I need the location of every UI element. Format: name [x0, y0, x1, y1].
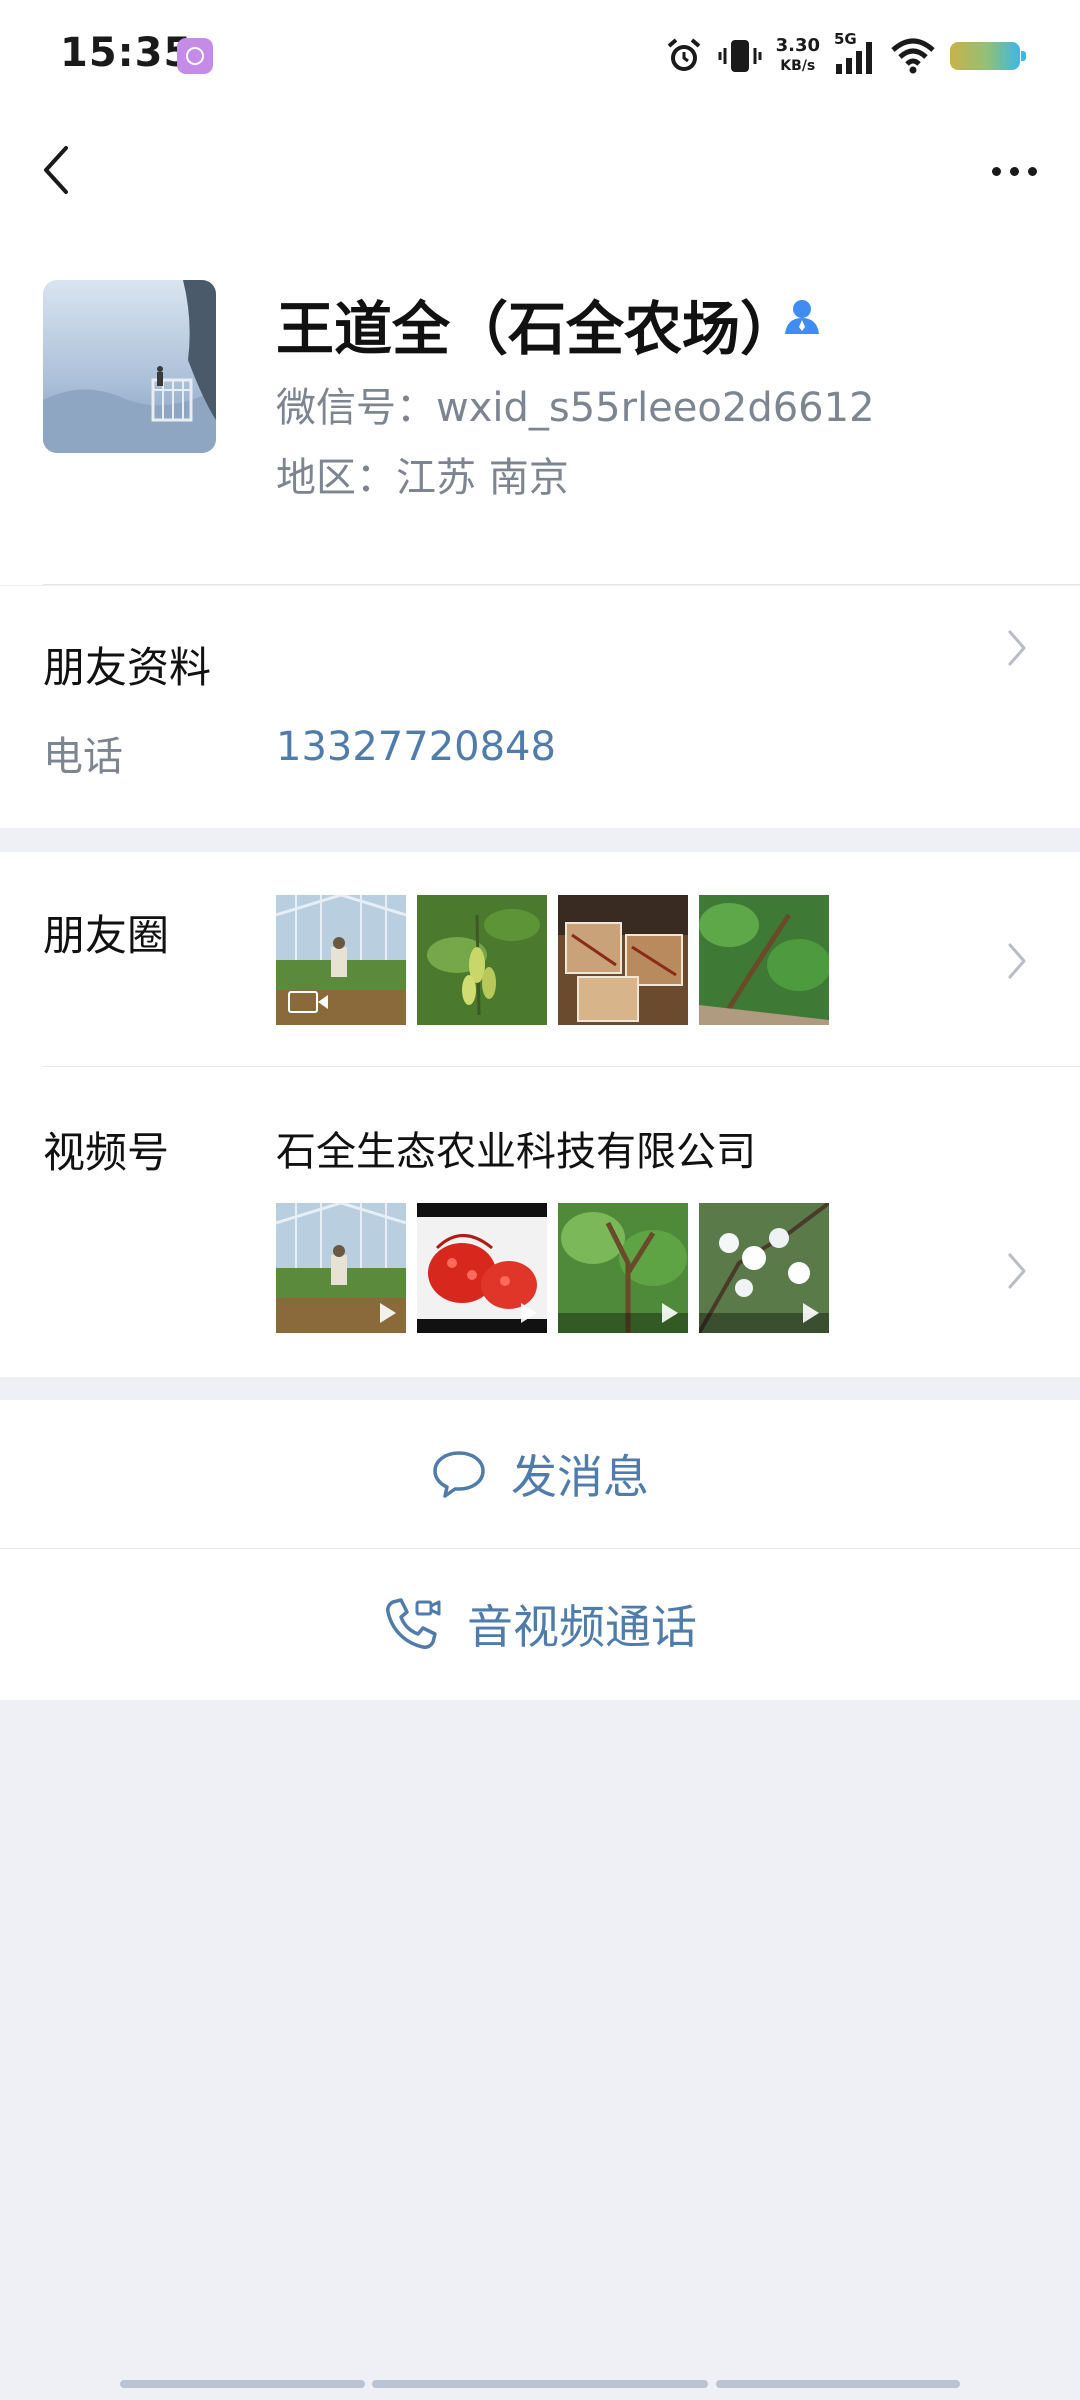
dot: [1028, 167, 1037, 176]
channel-video-thumbnail: [699, 1203, 829, 1333]
home-indicator: [716, 2380, 960, 2388]
play-icon: [380, 1303, 396, 1323]
person-icon: [785, 300, 819, 334]
net-speed: 3.30 KB/s: [776, 36, 820, 76]
dot: [1010, 167, 1019, 176]
channel-name: 石全生态农业科技有限公司: [276, 1129, 756, 1175]
moments-thumbnail: [417, 895, 547, 1025]
app-badge-icon: [177, 38, 213, 74]
channel-video-thumbnail: [276, 1203, 406, 1333]
phone-number-link[interactable]: 13327720848: [276, 724, 556, 770]
net-speed-value: 3.30: [775, 35, 820, 56]
moments-thumbnail: [276, 895, 406, 1025]
nav-bar: [0, 110, 1080, 230]
play-icon: [521, 1303, 537, 1323]
back-chevron-icon[interactable]: [30, 140, 90, 200]
more-dots-icon[interactable]: [980, 140, 1050, 200]
battery-icon: [950, 42, 1026, 70]
moments-thumbnails: [276, 895, 829, 1025]
moments-row[interactable]: 朋友圈: [0, 852, 1080, 1067]
friend-info-section[interactable]: 朋友资料 电话 13327720848: [0, 586, 1080, 828]
phone-label: 电话: [43, 734, 123, 780]
home-indicator: [372, 2380, 708, 2388]
friend-info-title: 朋友资料: [43, 643, 212, 692]
channel-video-thumbnail: [417, 1203, 547, 1333]
status-bar: 15:35 3.30 KB/s 5G: [0, 0, 1080, 110]
chevron-right-icon: [1008, 630, 1026, 666]
moments-thumbnail: [699, 895, 829, 1025]
play-icon: [662, 1303, 678, 1323]
moments-thumbnail: [558, 895, 688, 1025]
voice-video-call-button[interactable]: 音视频通话: [0, 1550, 1080, 1698]
status-time: 15:35: [60, 30, 193, 76]
channels-title: 视频号: [43, 1128, 170, 1177]
alarm-icon: [667, 38, 700, 71]
avatar[interactable]: [43, 280, 216, 453]
status-icons: 3.30 KB/s 5G: [664, 28, 1026, 84]
moments-section: 朋友圈 视频号 石全生态农业科技有限公司: [0, 852, 1080, 1377]
profile-card: 王道全（石全农场） 微信号：wxid_s55rleeo2d6612 地区：江苏 …: [0, 230, 1080, 585]
play-icon: [803, 1303, 819, 1323]
send-message-button[interactable]: 发消息: [0, 1400, 1080, 1548]
vibrate-icon: [718, 40, 762, 72]
chat-bubble-icon: [433, 1451, 485, 1498]
send-message-label: 发消息: [511, 1450, 649, 1504]
net-speed-unit: KB/s: [780, 58, 816, 74]
wechat-id: 微信号：wxid_s55rleeo2d6612: [276, 385, 875, 431]
chevron-right-icon: [1008, 1253, 1026, 1289]
voice-video-call-label: 音视频通话: [467, 1600, 697, 1654]
contact-profile-page: 15:35 3.30 KB/s 5G 王道全（石全农场） 微信号：wxid_s5…: [0, 0, 1080, 2400]
channel-video-thumbnail: [558, 1203, 688, 1333]
signal-icon: 5G: [834, 30, 876, 76]
profile-name: 王道全（石全农场）: [276, 295, 799, 363]
moments-title: 朋友圈: [43, 911, 170, 960]
channels-thumbnails: [276, 1203, 829, 1333]
home-indicator: [120, 2380, 365, 2388]
chevron-right-icon: [1008, 943, 1026, 979]
channels-row[interactable]: 视频号 石全生态农业科技有限公司: [0, 1067, 1080, 1377]
wifi-icon: [891, 38, 935, 74]
region: 地区：江苏 南京: [276, 455, 569, 501]
actions-section: 发消息 音视频通话: [0, 1400, 1080, 1700]
divider: [43, 584, 1080, 585]
video-camera-icon: [288, 991, 328, 1013]
divider: [0, 1548, 1080, 1549]
phone-video-icon: [386, 1598, 441, 1649]
dot: [992, 167, 1001, 176]
